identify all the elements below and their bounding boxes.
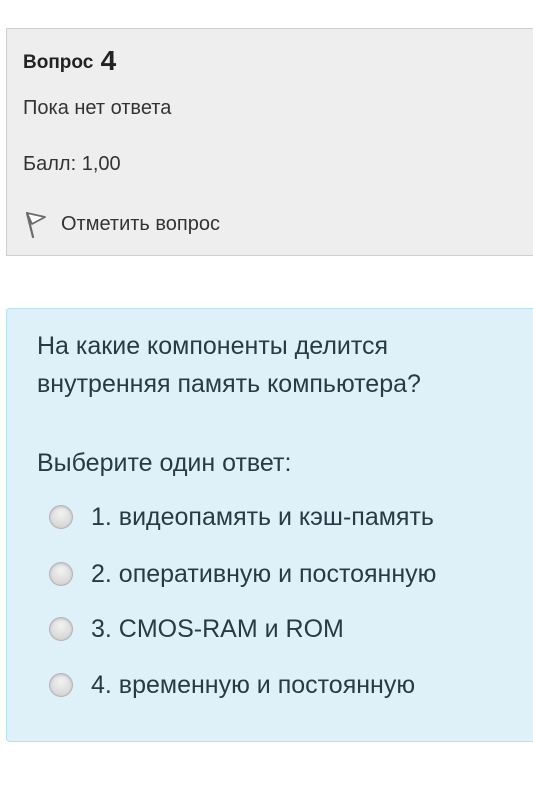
radio-button-icon[interactable]: [49, 505, 73, 529]
question-text: На какие компоненты делится внутренняя п…: [37, 332, 421, 398]
flag-question-link[interactable]: Отметить вопрос: [23, 207, 220, 241]
answer-prompt: Выберите один ответ:: [37, 449, 292, 477]
answer-label[interactable]: 4. временную и постоянную: [91, 671, 415, 700]
question-state: Пока нет ответа: [23, 97, 172, 119]
answer-label[interactable]: 1. видеопамять и кэш-память: [91, 503, 434, 532]
question-grade: Балл: 1,00: [23, 153, 121, 175]
radio-button-icon[interactable]: [49, 617, 73, 641]
answer-label[interactable]: 2. оперативную и постоянную: [91, 560, 436, 589]
flag-question-label[interactable]: Отметить вопрос: [61, 213, 220, 236]
answer-label[interactable]: 3. CMOS-RAM и ROM: [91, 615, 344, 644]
question-info-panel: Вопрос 4 Пока нет ответа Балл: 1,00 Отме…: [6, 28, 533, 256]
question-heading-label: Вопрос: [23, 52, 94, 73]
radio-button-icon[interactable]: [49, 562, 73, 586]
question-heading: Вопрос 4: [23, 43, 117, 76]
answer-option-1[interactable]: 1. видеопамять и кэш-память: [49, 497, 434, 537]
answer-option-3[interactable]: 3. CMOS-RAM и ROM: [49, 609, 344, 649]
flag-icon[interactable]: [23, 209, 49, 239]
radio-button-icon[interactable]: [49, 673, 73, 697]
question-content-panel: На какие компоненты делится внутренняя п…: [6, 308, 533, 742]
answer-option-2[interactable]: 2. оперативную и постоянную: [49, 554, 436, 594]
answer-option-4[interactable]: 4. временную и постоянную: [49, 665, 415, 705]
question-number: 4: [100, 45, 117, 76]
